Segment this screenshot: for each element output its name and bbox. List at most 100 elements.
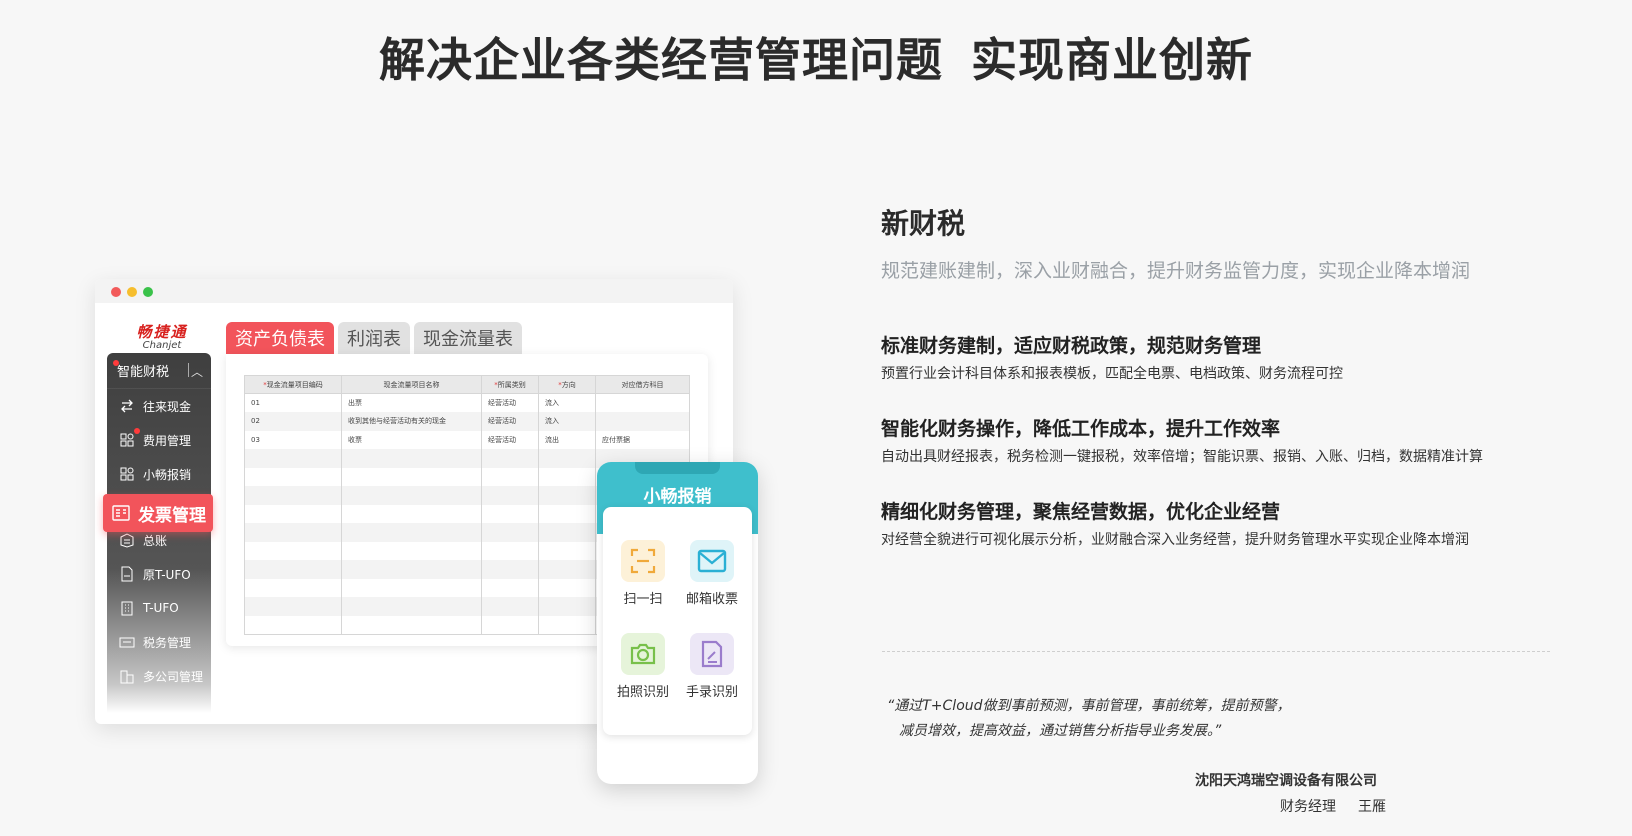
section-divider — [882, 651, 1550, 652]
tab-cash-flow[interactable]: 现金流量表 — [414, 322, 522, 354]
feature-desc-3: 对经营全貌进行可视化展示分析，业财融合深入业务经营，提升财务管理水平实现企业降本… — [881, 532, 1469, 548]
window-titlebar — [95, 279, 733, 303]
column-header[interactable]: 对应借方科目 — [595, 375, 690, 394]
feature-heading-2: 智能化财务操作，降低工作成本，提升工作效率 — [881, 418, 1281, 440]
sidebar-header[interactable]: 智能财税 ︿ — [107, 353, 211, 389]
buildings-icon — [119, 668, 135, 684]
transfer-icon — [119, 398, 135, 414]
table-cell: 03 — [244, 430, 342, 449]
sidebar-item-reimburse[interactable]: 小畅报销 — [107, 457, 211, 491]
sidebar-item-label: 费用管理 — [143, 433, 192, 448]
column-header[interactable]: *方向 — [538, 375, 596, 394]
feature-desc-1: 预置行业会计科目体系和报表模板，匹配全电票、电档政策、财务流程可控 — [881, 366, 1343, 382]
feature-email-receipt[interactable]: 邮箱收票 — [677, 540, 747, 607]
feature-scan[interactable]: 扫一扫 — [608, 540, 678, 607]
sidebar-item-label: 税务管理 — [143, 635, 192, 650]
brand-logo: 畅捷通 Chanjet — [127, 321, 197, 351]
testimonial-company: 沈阳天鸿瑞空调设备有限公司 — [1195, 773, 1377, 789]
table-cell: 收票 — [341, 430, 482, 449]
table-cell: 流出 — [538, 430, 596, 449]
table-cell: 流入 — [538, 412, 596, 431]
table-cell: 出票 — [341, 393, 482, 412]
headline-part-2: 实现商业创新 — [971, 33, 1253, 87]
table-row[interactable]: 02 收到其他与经营活动有关的现金 经营活动 流入 — [244, 412, 690, 431]
notification-dot — [113, 360, 119, 366]
sidebar-item-label: T-UFO — [143, 601, 179, 615]
feature-desc-2: 自动出具财经报表，税务检测一键报税，效率倍增；智能识票、报销、入账、归档，数据精… — [881, 449, 1483, 465]
testimonial-quote: “通过T+Cloud做到事前预测，事前管理，事前统筹，提前预警， 减员增效，提高… — [887, 694, 1291, 744]
sidebar-item-label: 小畅报销 — [143, 467, 192, 482]
phone-notch — [635, 462, 720, 474]
phone-feature-card: 扫一扫 邮箱收票 拍照识别 手录识别 — [603, 507, 752, 735]
table-cell: 收到其他与经营活动有关的现金 — [341, 412, 482, 431]
ufo-file-icon — [119, 566, 135, 582]
tab-balance-sheet[interactable]: 资产负债表 — [226, 322, 334, 354]
table-cell: 经营活动 — [481, 393, 539, 412]
table-header-row: *现金流量项目编码 现金流量项目名称 *所属类别 *方向 对应借方科目 — [244, 375, 690, 394]
tab-income-statement[interactable]: 利润表 — [338, 322, 410, 354]
sidebar-item-invoice[interactable]: 发票管理 — [103, 494, 213, 532]
sidebar-item-label: 发票管理 — [138, 505, 206, 526]
sidebar-item-cash[interactable]: 往来现金 — [107, 389, 211, 423]
table-cell: 02 — [244, 412, 342, 431]
sidebar-header-label: 智能财税 — [117, 365, 170, 380]
phone-title: 小畅报销 — [643, 487, 712, 507]
quote-line-1: “通过T+Cloud做到事前预测，事前管理，事前统筹，提前预警， — [887, 698, 1291, 714]
table-cell: 经营活动 — [481, 412, 539, 431]
brand-name-cn: 畅捷通 — [136, 323, 188, 341]
sidebar-item-old-tufo[interactable]: 原T-UFO — [107, 557, 211, 591]
sidebar-item-label: 往来现金 — [143, 399, 192, 414]
table-cell: 流入 — [538, 393, 596, 412]
quote-line-2: 减员增效，提高效益，通过销售分析指导业务发展。” — [899, 723, 1222, 739]
apps-icon — [119, 466, 135, 482]
feature-label: 邮箱收票 — [685, 592, 738, 607]
testimonial-person: 财务经理 王雁 — [1280, 796, 1386, 816]
page-headline: 解决企业各类经营管理问题 实现商业创新 — [0, 24, 1632, 90]
notification-dot — [134, 428, 140, 434]
close-dot-icon[interactable] — [111, 287, 121, 297]
tax-icon — [119, 634, 135, 650]
edit-document-icon — [690, 633, 734, 675]
mail-icon — [690, 540, 734, 582]
section-subtitle: 规范建账建制，深入业财融合，提升财务监管力度，实现企业降本增润 — [881, 260, 1471, 282]
maximize-dot-icon[interactable] — [143, 287, 153, 297]
report-tabs: 资产负债表 利润表 现金流量表 — [226, 322, 526, 354]
chevron-up-icon[interactable]: ︿ — [191, 363, 203, 380]
sidebar-item-tax[interactable]: 税务管理 — [107, 625, 211, 659]
sidebar-header-divider — [188, 363, 189, 377]
building-icon — [119, 600, 135, 616]
sidebar-item-label: 多公司管理 — [143, 669, 204, 684]
table-cell: 应付票据 — [595, 430, 690, 449]
sidebar-item-tufo[interactable]: T-UFO — [107, 591, 211, 625]
table-cell — [595, 393, 690, 412]
table-row[interactable]: 03 收票 经营活动 流出 应付票据 — [244, 430, 690, 449]
column-header[interactable]: 现金流量项目名称 — [341, 375, 482, 394]
table-row[interactable]: 01 出票 经营活动 流入 — [244, 393, 690, 412]
feature-label: 手录识别 — [685, 685, 738, 700]
phone-mockup: 小畅报销 扫一扫 邮箱收票 拍照识别 手录识别 — [597, 462, 758, 784]
feature-manual-entry[interactable]: 手录识别 — [677, 633, 747, 700]
sidebar-item-multi-company[interactable]: 多公司管理 — [107, 659, 211, 693]
section-title: 新财税 — [881, 207, 966, 240]
sidebar-item-label: 总账 — [143, 533, 168, 548]
testimonial-role: 财务经理 — [1280, 799, 1336, 815]
minimize-dot-icon[interactable] — [127, 287, 137, 297]
ledger-icon — [119, 532, 135, 548]
testimonial-name: 王雁 — [1358, 799, 1386, 815]
table-cell: 经营活动 — [481, 430, 539, 449]
sidebar: 智能财税 ︿ 往来现金 费用管理 小畅报销 总账 原T-UFO T-UFO 税务… — [107, 353, 211, 713]
sidebar-item-expense[interactable]: 费用管理 — [107, 423, 211, 457]
column-header[interactable]: *现金流量项目编码 — [244, 375, 342, 394]
invoice-icon — [111, 503, 131, 523]
column-header[interactable]: *所属类别 — [481, 375, 539, 394]
table-cell: 01 — [244, 393, 342, 412]
feature-label: 扫一扫 — [623, 592, 663, 607]
sidebar-item-label: 原T-UFO — [143, 567, 191, 582]
camera-icon — [621, 633, 665, 675]
table-cell — [595, 412, 690, 431]
feature-photo-recognize[interactable]: 拍照识别 — [608, 633, 678, 700]
feature-heading-1: 标准财务建制，适应财税政策，规范财务管理 — [881, 335, 1262, 357]
headline-part-1: 解决企业各类经营管理问题 — [379, 33, 943, 87]
feature-heading-3: 精细化财务管理，聚焦经营数据，优化企业经营 — [881, 501, 1281, 523]
apps-icon — [119, 432, 135, 448]
